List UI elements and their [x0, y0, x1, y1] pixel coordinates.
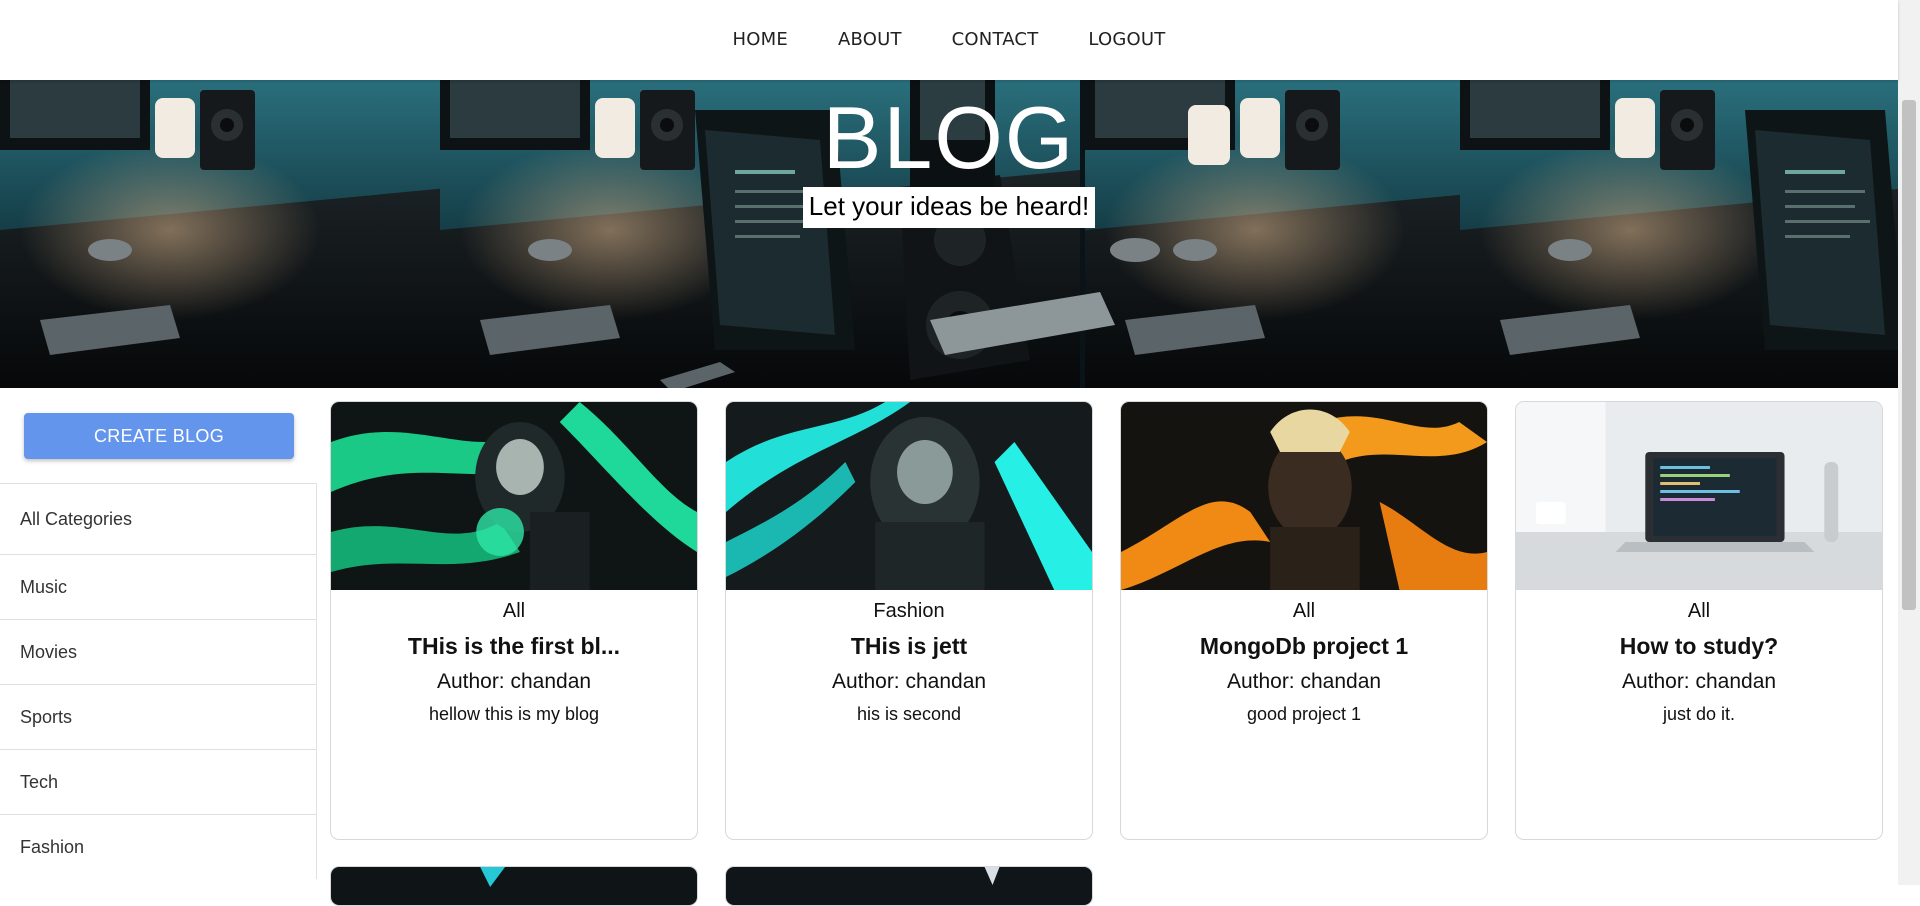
post-title: How to study? [1619, 633, 1779, 659]
category-item-fashion[interactable]: Fashion [0, 814, 316, 879]
create-blog-button[interactable]: CREATE BLOG [24, 413, 294, 459]
post-title: MongoDb project 1 [1199, 633, 1409, 659]
post-description: good project 1 [1246, 704, 1362, 724]
post-author: Author: chandan [1621, 670, 1777, 693]
post-card[interactable]: All MongoDb project 1 Author: chandan go… [1120, 401, 1488, 840]
post-category: Fashion [873, 600, 945, 622]
post-thumbnail-image [1121, 402, 1487, 590]
post-author: Author: chandan [831, 670, 987, 693]
post-thumbnail-image [331, 867, 697, 905]
nav-contact-link[interactable]: CONTACT [927, 29, 1064, 50]
category-item-movies[interactable]: Movies [0, 619, 316, 684]
post-title: THis is the first bl... [407, 633, 621, 659]
post-thumbnail-image [1516, 402, 1882, 590]
post-description: his is second [856, 704, 962, 724]
category-item-tech[interactable]: Tech [0, 749, 316, 814]
category-list: All Categories Music Movies Sports Tech … [0, 483, 317, 879]
hero-banner: BLOG Let your ideas be heard! [0, 80, 1898, 388]
post-category: All [1687, 600, 1711, 622]
post-title: THis is jett [850, 633, 968, 659]
page-scrollbar[interactable] [1898, 0, 1920, 885]
hero-title: BLOG [822, 88, 1076, 187]
post-description: just do it. [1662, 704, 1736, 724]
post-thumbnail-image [726, 402, 1092, 590]
post-description: hellow this is my blog [428, 704, 600, 724]
main-nav: HOME ABOUT CONTACT LOGOUT [708, 29, 1191, 50]
post-category: All [502, 600, 526, 622]
post-card[interactable]: Fashion THis is jett Author: chandan his… [725, 401, 1093, 840]
category-item-music[interactable]: Music [0, 554, 316, 619]
post-thumbnail-image [331, 402, 697, 590]
post-author: Author: chandan [436, 670, 592, 693]
nav-logout-link[interactable]: LOGOUT [1063, 29, 1190, 50]
post-card[interactable]: All THis is the first bl... Author: chan… [330, 401, 698, 840]
post-thumbnail-image [726, 867, 1092, 905]
scrollbar-thumb[interactable] [1902, 100, 1916, 610]
post-category: All [1292, 600, 1316, 622]
hero-subtitle: Let your ideas be heard! [802, 187, 1096, 229]
category-item-all[interactable]: All Categories [0, 483, 316, 554]
post-card[interactable] [725, 866, 1093, 906]
post-card[interactable]: All How to study? Author: chandan just d… [1515, 401, 1883, 840]
top-navbar: HOME ABOUT CONTACT LOGOUT [0, 0, 1898, 80]
nav-home-link[interactable]: HOME [708, 29, 813, 50]
post-author: Author: chandan [1226, 670, 1382, 693]
post-card[interactable] [330, 866, 698, 906]
category-item-sports[interactable]: Sports [0, 684, 316, 749]
nav-about-link[interactable]: ABOUT [813, 29, 927, 50]
